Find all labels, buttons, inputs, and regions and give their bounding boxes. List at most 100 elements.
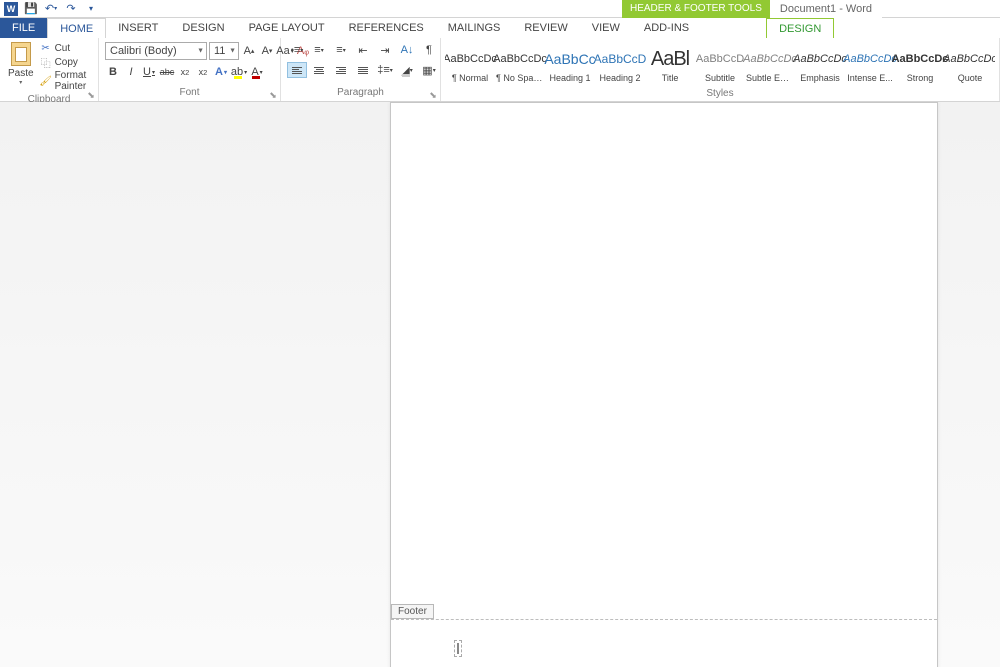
style-item[interactable]: AaBlTitle	[645, 40, 695, 88]
tab-home[interactable]: HOME	[47, 18, 106, 38]
style-name: Subtitle	[705, 73, 735, 83]
align-center-button[interactable]	[309, 62, 329, 78]
save-icon[interactable]: 💾	[24, 2, 38, 16]
align-left-button[interactable]	[287, 62, 307, 78]
tab-context-design[interactable]: DESIGN	[766, 18, 834, 38]
copy-label: Copy	[55, 57, 78, 68]
style-item[interactable]: AaBbCcDcQuote	[945, 40, 995, 88]
tab-insert[interactable]: INSERT	[106, 18, 170, 38]
style-item[interactable]: AaBbCcDcSubtle Em...	[745, 40, 795, 88]
style-item[interactable]: AaBbCcDcIntense E...	[845, 40, 895, 88]
cut-button[interactable]: ✂Cut	[40, 42, 92, 54]
style-item[interactable]: AaBbCcDHeading 2	[595, 40, 645, 88]
style-preview: AaBbCc	[544, 45, 595, 73]
group-styles: AaBbCcDc¶ NormalAaBbCcDc¶ No Spac...AaBb…	[441, 38, 1000, 101]
bold-button[interactable]: B	[105, 64, 121, 80]
style-preview: AaBbCcD	[696, 45, 744, 73]
numbering-button[interactable]: ≡▾	[309, 42, 329, 58]
style-preview: AaBbCcDc	[892, 45, 949, 73]
style-item[interactable]: AaBbCcHeading 1	[545, 40, 595, 88]
style-preview: AaBbCcDc	[743, 45, 797, 73]
style-name: Heading 1	[549, 73, 590, 83]
style-preview: AaBbCcDc	[843, 45, 897, 73]
style-preview: AaBbCcDc	[493, 45, 547, 73]
style-name: Heading 2	[599, 73, 640, 83]
tab-design[interactable]: DESIGN	[170, 18, 236, 38]
copy-icon: ⿻	[40, 56, 52, 68]
text-cursor	[457, 643, 459, 654]
footer-separator	[391, 619, 937, 620]
shading-button[interactable]: ◢▾	[397, 62, 417, 78]
increase-indent-button[interactable]: ⇥	[375, 42, 395, 58]
align-right-button[interactable]	[331, 62, 351, 78]
quick-access-toolbar: W 💾 ↶▾ ↷ ▾	[0, 2, 102, 16]
copy-button[interactable]: ⿻Copy	[40, 56, 92, 68]
tab-review[interactable]: REVIEW	[512, 18, 579, 38]
tab-file[interactable]: FILE	[0, 18, 47, 38]
qat-customize-icon[interactable]: ▾	[84, 2, 98, 16]
highlight-button[interactable]: ab▾	[231, 64, 247, 80]
tab-addins[interactable]: ADD-INS	[632, 18, 701, 38]
font-name-value: Calibri (Body)	[110, 45, 177, 57]
group-paragraph: ≡▾ ≡▾ ≡▾ ⇤ ⇥ A↓ ¶ ‡≡▾ ◢▾ ▦▾	[281, 38, 441, 101]
group-font: Calibri (Body)▼ 11▼ A▴ A▾ Aa▾ Aᵩ B I U▾ …	[99, 38, 281, 101]
context-tool-label: HEADER & FOOTER TOOLS	[622, 0, 770, 18]
style-item[interactable]: AaBbCcDc¶ Normal	[445, 40, 495, 88]
style-name: Subtle Em...	[746, 73, 794, 83]
font-color-button[interactable]: A▾	[249, 64, 265, 80]
style-item[interactable]: AaBbCcDc¶ No Spac...	[495, 40, 545, 88]
paragraph-launcher-icon[interactable]: ⬊	[428, 90, 438, 100]
style-item[interactable]: AaBbCcDcStrong	[895, 40, 945, 88]
group-clipboard: Paste ▾ ✂Cut ⿻Copy 🖌Format Painter Clipb…	[0, 38, 99, 101]
font-size-value: 11	[214, 45, 225, 57]
shrink-font-button[interactable]: A▾	[259, 43, 275, 59]
footer-tag: Footer	[391, 604, 434, 619]
document-area: Footer	[0, 102, 1000, 667]
style-preview: AaBbCcD	[594, 45, 647, 73]
bullets-button[interactable]: ≡▾	[287, 42, 307, 58]
clipboard-launcher-icon[interactable]: ⬊	[86, 90, 96, 100]
page[interactable]: Footer	[390, 102, 938, 667]
word-logo-icon: W	[4, 2, 18, 16]
format-painter-button[interactable]: 🖌Format Painter	[40, 70, 92, 92]
undo-icon[interactable]: ↶▾	[44, 2, 58, 16]
tab-view[interactable]: VIEW	[580, 18, 632, 38]
tab-page-layout[interactable]: PAGE LAYOUT	[237, 18, 337, 38]
sort-button[interactable]: A↓	[397, 42, 417, 58]
paste-icon	[11, 42, 31, 66]
text-effects-button[interactable]: A▾	[213, 64, 229, 80]
style-preview: AaBl	[651, 45, 689, 73]
borders-button[interactable]: ▦▾	[419, 62, 439, 78]
grow-font-button[interactable]: A▴	[241, 43, 257, 59]
cut-icon: ✂	[40, 42, 52, 54]
multilevel-list-button[interactable]: ≡▾	[331, 42, 351, 58]
font-name-select[interactable]: Calibri (Body)▼	[105, 42, 207, 60]
style-name: Quote	[958, 73, 983, 83]
decrease-indent-button[interactable]: ⇤	[353, 42, 373, 58]
context-tool-area: HEADER & FOOTER TOOLS Document1 - Word	[622, 0, 882, 18]
strikethrough-button[interactable]: abc	[159, 64, 175, 80]
ribbon-tabs: FILE HOME INSERT DESIGN PAGE LAYOUT REFE…	[0, 18, 1000, 38]
italic-button[interactable]: I	[123, 64, 139, 80]
font-launcher-icon[interactable]: ⬊	[268, 90, 278, 100]
tab-mailings[interactable]: MAILINGS	[436, 18, 513, 38]
line-spacing-button[interactable]: ‡≡▾	[375, 62, 395, 78]
paste-label: Paste	[8, 68, 34, 79]
paragraph-group-label: Paragraph	[285, 87, 436, 101]
style-item[interactable]: AaBbCcDcEmphasis	[795, 40, 845, 88]
style-item[interactable]: AaBbCcDSubtitle	[695, 40, 745, 88]
redo-icon[interactable]: ↷	[64, 2, 78, 16]
underline-button[interactable]: U▾	[141, 64, 157, 80]
style-name: Intense E...	[847, 73, 893, 83]
style-preview: AaBbCcDc	[793, 45, 847, 73]
style-name: Emphasis	[800, 73, 840, 83]
paste-button[interactable]: Paste ▾	[4, 40, 38, 94]
tab-references[interactable]: REFERENCES	[337, 18, 436, 38]
style-name: Title	[662, 73, 679, 83]
font-size-select[interactable]: 11▼	[209, 42, 239, 60]
styles-group-label: Styles	[445, 88, 995, 101]
justify-button[interactable]	[353, 62, 373, 78]
superscript-button[interactable]: x2	[195, 64, 211, 80]
subscript-button[interactable]: x2	[177, 64, 193, 80]
show-hide-button[interactable]: ¶	[419, 42, 439, 58]
